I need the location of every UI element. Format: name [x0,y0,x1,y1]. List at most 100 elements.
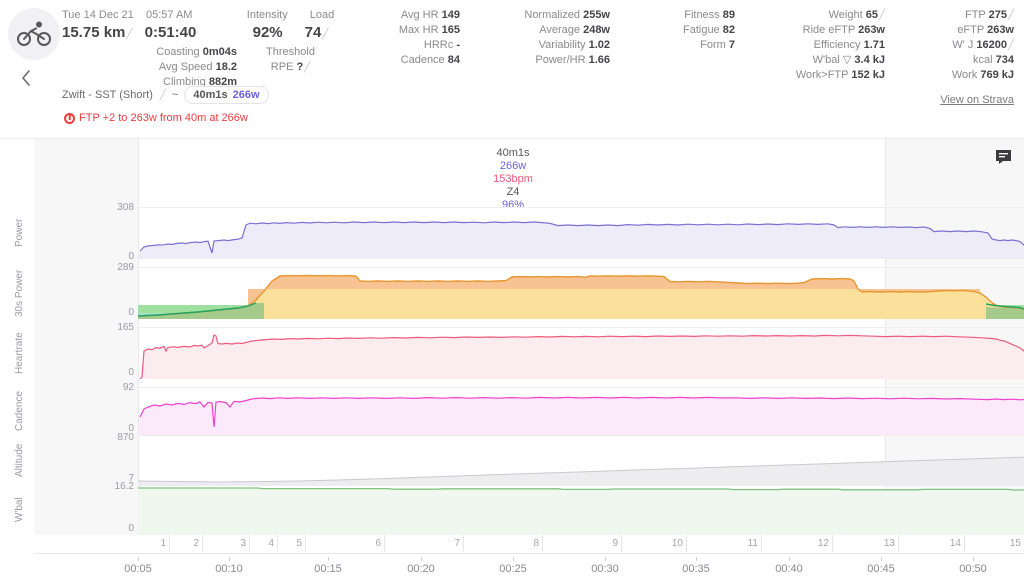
metric-label: eFTP [957,24,984,36]
tick-wbal-max: 16.2 [74,481,134,492]
lap-cell[interactable]: 15 [965,535,1024,552]
back-button[interactable] [16,68,36,88]
metric-value: 734 [996,54,1014,66]
time-axis: 00:05 00:10 00:15 00:20 00:25 00:30 00:3… [0,557,1024,580]
panel-heartrate: Heartrate 165 0 [34,327,1024,379]
metric-label: Work [952,69,977,81]
lap-cell[interactable]: 6 [306,535,385,552]
tooltip-power: 266w [468,160,558,173]
threshold-label: Threshold [266,46,315,58]
lap-cell[interactable]: 2 [170,535,203,552]
coasting-label: Coasting [156,46,199,58]
plot-cadence [138,387,1024,435]
metric-label: Efficiency [814,39,861,51]
metric-value: 16200 [976,39,1007,51]
activity-header: Tue 14 Dec 21 05:57 AM 15.75 km╱ 0:51:40… [0,0,1024,138]
cyclist-icon [17,21,51,47]
axis-label-heartrate: Heartrate [14,327,25,379]
metric-value: - [456,39,460,51]
tooltip-heartrate: 153bpm [468,173,558,186]
lap-cell[interactable]: 12 [762,535,833,552]
tooltip-time: 40m1s [468,147,558,160]
metric-label: Average [539,24,580,36]
lap-cell[interactable]: 8 [464,535,543,552]
plot-heartrate [138,327,1024,379]
fitness-column: Fitness 89 Fatigue 82 Form 7 [620,8,735,53]
lap-cell[interactable]: 4 [250,535,278,552]
metric-value: 275 [989,9,1007,21]
intensity-column: Intensity Load 92% 74╱ Threshold RPE ?╱ [238,8,343,75]
weight-column: Weight 65╱ Ride eFTP 263w Efficiency 1.7… [745,8,885,83]
metric-label: Max HR [399,24,439,36]
tooltip-zone: Z4 [468,186,558,199]
metric-value: 84 [448,54,460,66]
edit-pencil-icon[interactable]: ╱ [1007,40,1014,51]
tick-altitude-max: 870 [74,432,134,443]
metric-label: Power/HR [535,54,585,66]
ftp-note: FTP +2 to 263w from 40m at 266w [64,112,248,124]
best-effort-pill[interactable]: 40m1s 266w [184,86,268,104]
metric-value: 255w [583,9,610,21]
workout-row: Zwift - SST (Short) ╱ ~ 40m1s 266w [62,86,269,104]
metric-label: HRRc [424,39,453,51]
lap-cell[interactable]: 9 [543,535,622,552]
edit-pencil-icon[interactable]: ╱ [878,10,885,21]
plot-altitude [138,435,1024,485]
lap-cell[interactable]: 14 [899,535,965,552]
metric-value: 248w [583,24,610,36]
metric-label: Weight [829,9,863,21]
lap-cell[interactable]: 3 [203,535,250,552]
panel-power: Power 308 0 [34,207,1024,259]
metric-value: 263w [858,24,885,36]
chevron-left-icon [21,70,31,86]
lap-cell[interactable]: 1 [138,535,170,552]
lap-cell[interactable]: 13 [833,535,899,552]
metric-label: Ride eFTP [803,24,855,36]
metric-label: Fitness [684,9,719,21]
edit-pencil-icon[interactable]: ╱ [125,29,132,40]
lap-cell[interactable]: 10 [622,535,687,552]
pill-duration: 40m1s [193,89,227,101]
summary-column: Tue 14 Dec 21 05:57 AM 15.75 km╱ 0:51:40… [62,8,237,90]
power-column: Normalized 255w Average 248w Variability… [470,8,610,68]
time-tick-label: 00:05 [124,563,152,575]
lap-cell[interactable]: 5 [278,535,306,552]
metric-label: Normalized [524,9,580,21]
comment-icon[interactable] [995,149,1012,165]
metric-label: Form [700,39,726,51]
edit-pencil-icon[interactable]: ╱ [321,29,328,40]
edit-pencil-icon[interactable]: ╱ [159,90,166,101]
lap-cell[interactable]: 11 [687,535,762,552]
lap-cell[interactable]: 7 [385,535,464,552]
time-tick-label: 00:45 [867,563,895,575]
tick-hr-min: 0 [74,367,134,378]
ftp-badge-icon [64,113,75,124]
distance-value: 15.75 km [62,24,125,41]
activity-chart[interactable]: 40m1s 266w 153bpm Z4 96% Power 308 0 [0,138,1024,580]
metric-value: 152 kJ [851,69,885,81]
tick-wbal-min: 0 [74,523,134,534]
edit-pencil-icon[interactable]: ╱ [1007,10,1014,21]
panel-30s-power: 30s Power 289 0 [34,267,1024,319]
tilde-symbol: ~ [172,89,178,101]
metric-value: 263w [987,24,1014,36]
metric-value: 1.02 [589,39,610,51]
metric-value: 65 [866,9,878,21]
panel-cadence: Cadence 92 0 [34,387,1024,435]
tick-power-max: 308 [74,202,134,213]
time-tick-label: 00:50 [959,563,987,575]
time-tick-label: 00:25 [499,563,527,575]
metric-label: W' J [952,39,973,51]
plot-power [138,207,1024,259]
lap-bar[interactable]: 1 2 3 4 5 6 7 8 9 10 11 12 13 14 15 [138,535,1024,552]
workout-name[interactable]: Zwift - SST (Short) [62,89,153,101]
tick-hr-max: 165 [74,322,134,333]
edit-pencil-icon[interactable]: ╱ [303,62,310,73]
metric-value: 82 [723,24,735,36]
axis-label-cadence: Cadence [14,387,25,435]
plot-wbal [138,485,1024,535]
ftp-column: FTP 275╱ eFTP 263w W' J 16200╱ kcal 734 … [890,8,1014,108]
view-on-strava-link[interactable]: View on Strava [940,93,1014,108]
time-tick-label: 00:15 [314,563,342,575]
metric-value: 3.4 kJ [854,54,885,66]
